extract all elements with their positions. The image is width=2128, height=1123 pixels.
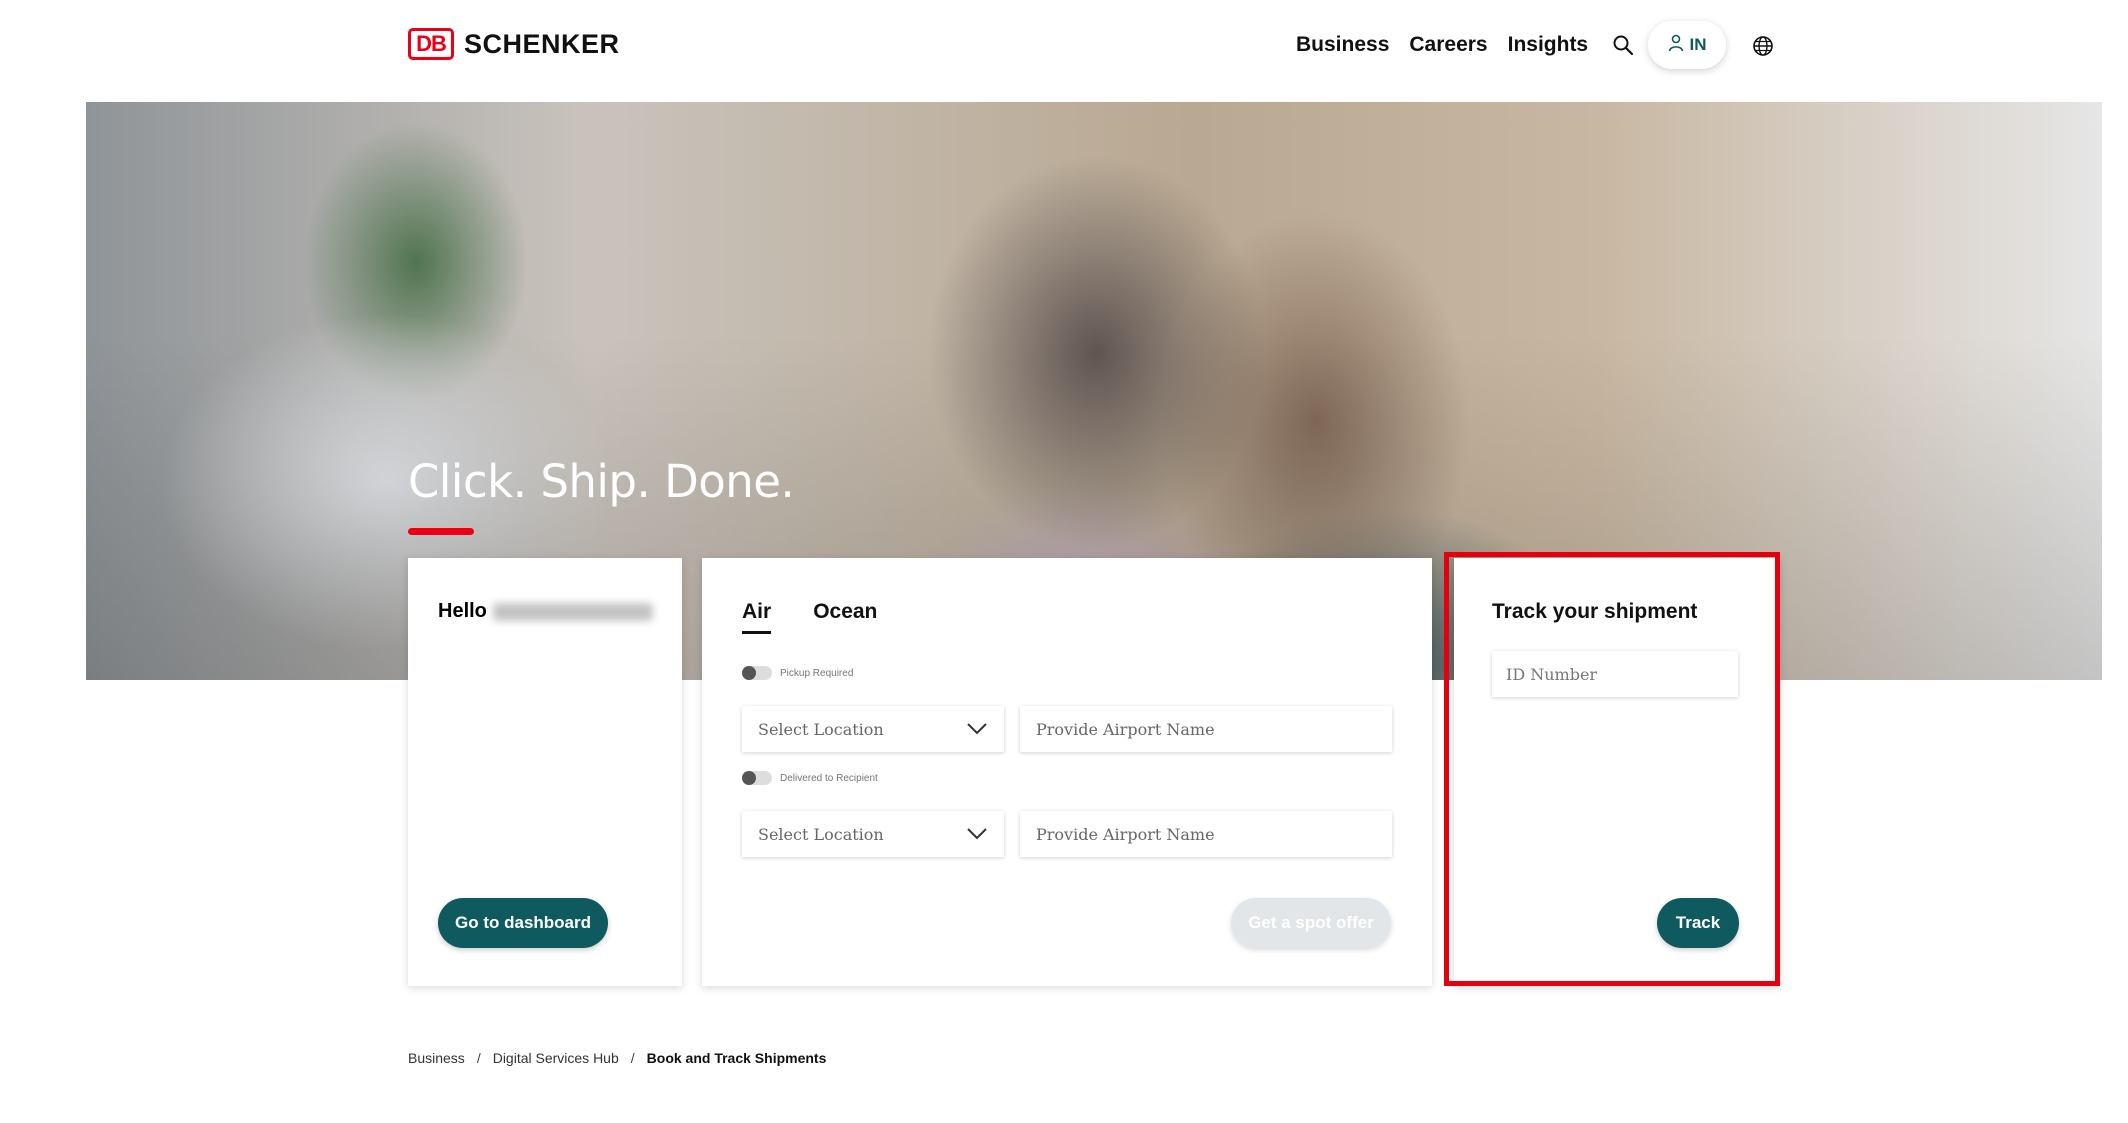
hero-accent-underline: [408, 528, 474, 535]
nav-business[interactable]: Business: [1296, 33, 1389, 57]
hello-card: Hello Go to dashboard: [408, 558, 682, 986]
db-schenker-logo[interactable]: DB SCHENKER: [408, 28, 620, 60]
breadcrumb-business[interactable]: Business: [408, 1050, 465, 1066]
delivered-to-recipient-toggle[interactable]: [742, 771, 772, 785]
site-header: DB SCHENKER Business Careers Insights IN: [0, 0, 2128, 102]
main-nav: Business Careers Insights: [1296, 30, 1638, 60]
mode-tabs: Air Ocean: [742, 600, 877, 634]
booking-card: Air Ocean Pickup Required Select Locatio…: [702, 558, 1432, 986]
nav-insights[interactable]: Insights: [1508, 33, 1589, 57]
destination-select-value: Select Location: [758, 824, 884, 844]
shipment-id-input[interactable]: [1492, 651, 1738, 697]
pickup-toggle-row: Pickup Required: [742, 666, 853, 680]
greeting: Hello: [438, 600, 653, 623]
globe-icon[interactable]: [1748, 31, 1778, 61]
user-icon: [1668, 34, 1684, 57]
destination-location-select[interactable]: Select Location: [742, 811, 1004, 857]
login-label: IN: [1689, 35, 1707, 54]
search-icon[interactable]: [1608, 30, 1638, 60]
tab-ocean[interactable]: Ocean: [813, 600, 877, 634]
go-to-dashboard-button[interactable]: Go to dashboard: [438, 898, 608, 948]
track-button[interactable]: Track: [1657, 898, 1739, 948]
chevron-down-icon: [967, 723, 987, 735]
breadcrumb: Business / Digital Services Hub / Book a…: [408, 1050, 826, 1066]
delivered-to-recipient-label: Delivered to Recipient: [780, 772, 878, 784]
blurred-username: [492, 602, 653, 621]
get-spot-offer-button[interactable]: Get a spot offer: [1231, 898, 1391, 948]
origin-airport-placeholder: Provide Airport Name: [1036, 719, 1215, 739]
pickup-required-toggle[interactable]: [742, 666, 772, 680]
logo-text: SCHENKER: [464, 28, 620, 59]
breadcrumb-current-page: Book and Track Shipments: [646, 1050, 827, 1066]
hero-title: Click. Ship. Done.: [408, 455, 795, 508]
breadcrumb-separator: /: [630, 1050, 635, 1066]
destination-airport-placeholder: Provide Airport Name: [1036, 824, 1215, 844]
pickup-required-label: Pickup Required: [780, 667, 854, 679]
origin-select-value: Select Location: [758, 719, 884, 739]
db-logo-mark: DB: [408, 28, 454, 60]
track-title: Track your shipment: [1492, 600, 1698, 623]
nav-careers[interactable]: Careers: [1409, 33, 1487, 57]
login-button[interactable]: IN: [1648, 21, 1726, 69]
chevron-down-icon: [967, 828, 987, 840]
breadcrumb-digital-services-hub[interactable]: Digital Services Hub: [493, 1050, 619, 1066]
origin-airport-input[interactable]: Provide Airport Name: [1020, 706, 1392, 752]
destination-airport-input[interactable]: Provide Airport Name: [1020, 811, 1392, 857]
track-shipment-card: Track your shipment Track: [1454, 558, 1780, 986]
greeting-label: Hello: [438, 600, 487, 622]
tab-air[interactable]: Air: [742, 600, 772, 634]
delivery-toggle-row: Delivered to Recipient: [742, 771, 878, 785]
breadcrumb-separator: /: [476, 1050, 481, 1066]
origin-location-select[interactable]: Select Location: [742, 706, 1004, 752]
